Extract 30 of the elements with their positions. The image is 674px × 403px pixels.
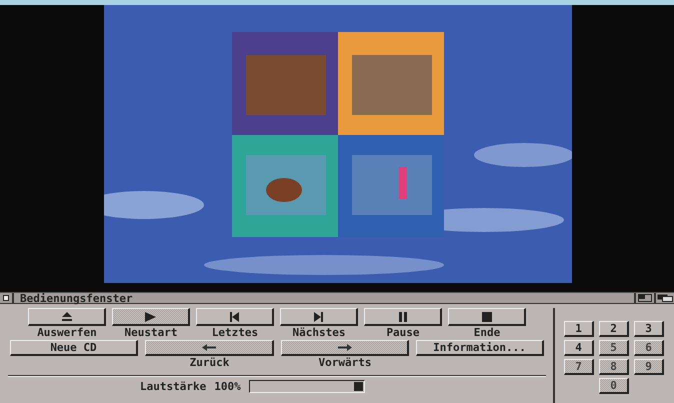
rewind-icon [202, 344, 216, 351]
track-button[interactable]: 2 [599, 321, 629, 337]
track-button[interactable]: 1 [564, 321, 594, 337]
button-caption: Auswerfen [36, 326, 98, 340]
new-cd-button[interactable]: Neue CD [10, 340, 138, 356]
pause-icon [398, 312, 406, 322]
previous-icon [230, 312, 239, 322]
stop-icon [482, 312, 492, 322]
eject-icon [62, 312, 72, 321]
button-caption: Ende [472, 326, 502, 340]
previous-button[interactable] [196, 308, 274, 326]
track-button[interactable]: 4 [564, 340, 594, 356]
button-caption: Vorwärts [318, 356, 372, 370]
track-button[interactable]: 3 [634, 321, 664, 337]
button-caption: Zurück [188, 356, 230, 370]
button-caption: Neustart [124, 326, 178, 340]
button-caption: Pause [385, 326, 421, 340]
next-icon [314, 312, 323, 322]
play-icon [145, 312, 156, 322]
button-caption: Letztes [210, 326, 260, 340]
window-title: Bedienungsfenster [20, 292, 134, 304]
forward-icon [338, 344, 352, 351]
information-button[interactable]: Information... [416, 340, 544, 356]
volume-label: Lautstärke [140, 380, 206, 393]
pause-button[interactable] [364, 308, 442, 326]
eject-button[interactable] [28, 308, 106, 326]
button-caption: Nächstes [292, 326, 346, 340]
stop-button[interactable] [448, 308, 526, 326]
volume-reading: 100% [214, 380, 241, 393]
next-button[interactable] [280, 308, 358, 326]
